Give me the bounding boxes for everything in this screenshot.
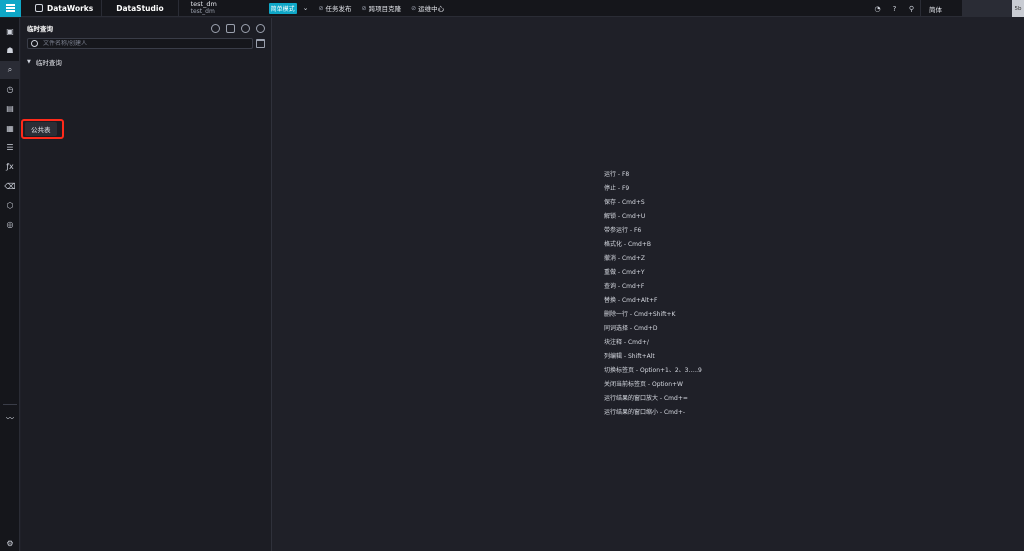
nav-link-label: 跨项目克隆	[368, 5, 402, 13]
shortcut-item: 运行结果的窗口缩小 - Cmd+-	[604, 409, 686, 416]
shortcut-item: 同词选择 - Cmd+D	[604, 325, 658, 332]
help-icon[interactable]: ?	[886, 0, 903, 17]
refresh-icon[interactable]	[241, 23, 250, 33]
shortcut-item: 查询 - Cmd+F	[604, 283, 645, 290]
shortcut-item: 运行 - F8	[604, 171, 630, 178]
trash-icon[interactable]: ⌫	[0, 177, 20, 195]
settings-icon[interactable]: ⚙	[0, 534, 20, 551]
menu-icon[interactable]	[0, 0, 21, 17]
top-bar: DataWorks DataStudio test_dm test_dm 简单模…	[0, 0, 1024, 17]
link-icon: ⊘	[411, 4, 417, 12]
editor-area: 运行 - F8 停止 - F9 保存 - Cmd+S 解锁 - Cmd+U 带参运行 -…	[273, 18, 1024, 551]
list-icon[interactable]: ☰	[0, 138, 20, 156]
nav-link-deploy[interactable]: ⊘ 任务发布	[318, 3, 352, 14]
shortcut-item: 解锁 - Cmd+U	[604, 213, 646, 220]
shortcut-item: 运行结果的窗口放大 - Cmd+=	[604, 395, 688, 402]
tree-folder[interactable]: ▼ 临时查询	[21, 49, 271, 67]
rail-divider	[3, 404, 17, 405]
panel-header: 临时查询	[21, 18, 271, 38]
pulse-icon[interactable]: 〰	[0, 409, 20, 427]
shield-icon[interactable]: ⬡	[0, 196, 20, 214]
search-icon	[31, 40, 38, 47]
studio-label[interactable]: DataStudio	[102, 4, 177, 13]
shortcut-item: 块注释 - Cmd+/	[604, 339, 649, 346]
function-icon[interactable]: ƒx	[0, 157, 20, 175]
shortcut-item: 保存 - Cmd+S	[604, 199, 645, 206]
query-icon[interactable]: ◎	[0, 215, 20, 233]
mode-badge[interactable]: 简单模式	[268, 2, 297, 14]
link-icon: ⊘	[318, 4, 324, 12]
shortcut-item: 切换标签页 - Option+1、2、3.....9	[604, 367, 702, 374]
clock-icon[interactable]: ◷	[0, 80, 20, 98]
user-suffix: 5b	[1012, 0, 1024, 17]
shortcut-item: 重做 - Cmd+Y	[604, 269, 645, 276]
link-icon: ⊘	[361, 4, 367, 12]
project-subname: test_dm	[190, 8, 215, 15]
table-icon[interactable]: ▦	[0, 119, 20, 137]
tools-icon[interactable]: ⚲	[903, 0, 920, 17]
panel-toolbar	[211, 23, 265, 33]
temp-query-panel: 临时查询 ▼ 临时查询	[21, 18, 272, 551]
shortcut-item: 格式化 - Cmd+B	[604, 241, 651, 248]
data-development-icon[interactable]: ▣	[0, 22, 20, 40]
left-rail: ▣ ☗ ⌕ ◷ ▤ ▦ ☰ ƒx ⌫ ⬡ ◎ 〰 ⚙	[0, 18, 20, 551]
project-selector[interactable]: test_dm test_dm	[179, 0, 269, 16]
user-avatar[interactable]: 5b	[962, 0, 1024, 17]
nav-link-label: 运维中心	[418, 5, 445, 13]
briefcase-icon[interactable]: ▤	[0, 99, 20, 117]
project-name: test_dm	[190, 0, 217, 8]
nav-link-label: 任务发布	[325, 5, 352, 13]
brand-label: DataWorks	[47, 3, 94, 13]
rail-tooltip: 公共表	[25, 122, 57, 136]
shortcut-item: 删除一行 - Cmd+Shift+K	[604, 311, 676, 318]
locate-icon[interactable]	[256, 23, 265, 33]
search-input[interactable]	[43, 40, 223, 47]
app-root: DataWorks DataStudio test_dm test_dm 简单模…	[0, 0, 1024, 551]
tree-folder-label: 临时查询	[35, 59, 62, 67]
brand[interactable]: DataWorks	[21, 0, 101, 17]
business-flow-icon[interactable]: ☗	[0, 41, 20, 59]
new-file-icon[interactable]	[226, 23, 235, 33]
dataworks-logo-icon	[35, 4, 43, 12]
shortcut-item: 替换 - Cmd+Alt+F	[604, 297, 658, 304]
chevron-down-icon: ▼	[27, 59, 31, 65]
shortcut-item: 停止 - F9	[604, 185, 630, 192]
bell-icon[interactable]: ◔	[869, 0, 886, 17]
filter-icon[interactable]	[256, 39, 265, 48]
search-nav-icon[interactable]: ⌕	[0, 61, 20, 79]
panel-title: 临时查询	[27, 25, 53, 33]
shortcut-item: 带参运行 - F6	[604, 227, 642, 234]
chevron-down-icon[interactable]: ⌄	[303, 4, 309, 12]
shortcut-item: 关闭当前标签页 - Option+W	[604, 381, 683, 388]
nav-link-ops[interactable]: ⊘ 运维中心	[411, 3, 445, 14]
search-box	[27, 38, 253, 49]
nav-link-clone[interactable]: ⊘ 跨项目克隆	[361, 3, 402, 14]
shortcut-item: 列编辑 - Shift+Alt	[604, 353, 655, 360]
shortcut-item: 撤消 - Cmd+Z	[604, 255, 645, 262]
user-filter-icon[interactable]	[211, 23, 220, 33]
language-switch[interactable]: 简体	[920, 0, 950, 17]
shortcut-list: 运行 - F8 停止 - F9 保存 - Cmd+S 解锁 - Cmd+U 带参运行 -…	[604, 168, 702, 420]
top-right-actions: ◔ ? ⚲ 简体 5b	[869, 0, 1024, 17]
search-row	[21, 38, 271, 49]
